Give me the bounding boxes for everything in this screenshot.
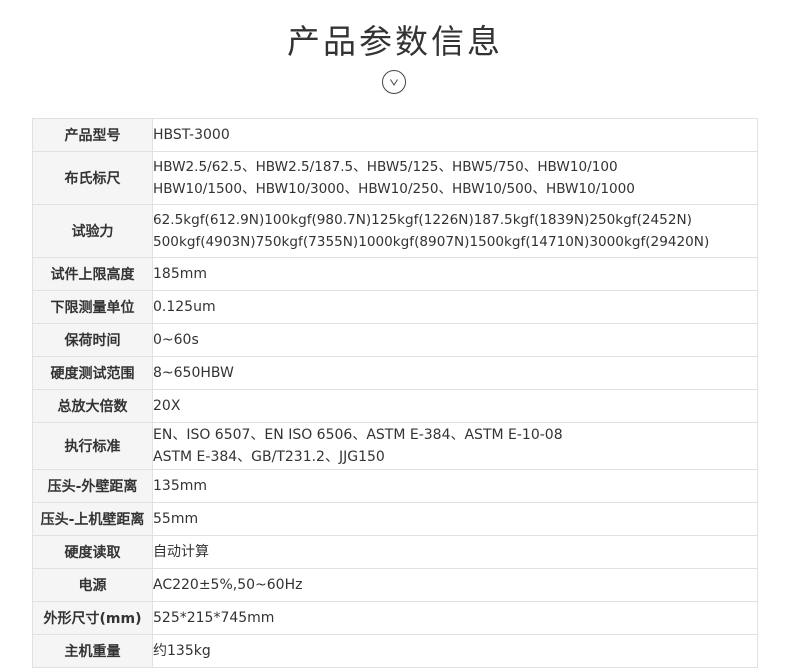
table-row: 硬度读取 自动计算	[32, 535, 758, 569]
chevron-down-icon[interactable]	[382, 70, 406, 94]
table-row: 外形尺寸(mm) 525*215*745mm	[32, 601, 758, 635]
table-row: 压头-外壁距离 135mm	[32, 469, 758, 503]
spec-value-line: 500kgf(4903N)750kgf(7355N)1000kgf(8907N)…	[153, 234, 710, 250]
table-row: 下限测量单位 0.125um	[32, 290, 758, 324]
spec-label: 总放大倍数	[32, 389, 153, 423]
table-row: 压头-上机壁距离 55mm	[32, 502, 758, 536]
chevron-down-glyph	[390, 79, 398, 86]
spec-table: 产品型号 HBST-3000 布氏标尺 HBW2.5/62.5、HBW2.5/1…	[32, 118, 758, 668]
page-title: 产品参数信息	[287, 22, 503, 61]
spec-label: 布氏标尺	[32, 151, 153, 205]
spec-value-line: HBW2.5/62.5、HBW2.5/187.5、HBW5/125、HBW5/7…	[153, 159, 618, 175]
spec-label: 电源	[32, 568, 153, 602]
table-row: 电源 AC220±5%,50~60Hz	[32, 568, 758, 602]
spec-value: 8~650HBW	[152, 356, 758, 390]
table-row: 主机重量 约135kg	[32, 634, 758, 668]
spec-value: HBST-3000	[152, 118, 758, 152]
spec-value: 0.125um	[152, 290, 758, 324]
spec-label: 主机重量	[32, 634, 153, 668]
spec-value: 62.5kgf(612.9N)100kgf(980.7N)125kgf(1226…	[152, 204, 758, 258]
spec-value-line: EN、ISO 6507、EN ISO 6506、ASTM E-384、ASTM …	[153, 427, 563, 443]
spec-value: 20X	[152, 389, 758, 423]
spec-label: 外形尺寸(mm)	[32, 601, 153, 635]
spec-value-line: HBW10/1500、HBW10/3000、HBW10/250、HBW10/50…	[153, 181, 635, 197]
spec-label: 压头-外壁距离	[32, 469, 153, 503]
spec-value-line: 62.5kgf(612.9N)100kgf(980.7N)125kgf(1226…	[153, 212, 692, 228]
spec-label: 试件上限高度	[32, 257, 153, 291]
table-row: 布氏标尺 HBW2.5/62.5、HBW2.5/187.5、HBW5/125、H…	[32, 151, 758, 205]
table-row: 执行标准 EN、ISO 6507、EN ISO 6506、ASTM E-384、…	[32, 422, 758, 470]
spec-value: 约135kg	[152, 634, 758, 668]
spec-label: 压头-上机壁距离	[32, 502, 153, 536]
spec-value-line: ASTM E-384、GB/T231.2、JJG150	[153, 449, 385, 465]
spec-value: 自动计算	[152, 535, 758, 569]
section-header: 产品参数信息	[0, 0, 790, 118]
spec-value: 135mm	[152, 469, 758, 503]
spec-label: 产品型号	[32, 118, 153, 152]
spec-value: 525*215*745mm	[152, 601, 758, 635]
spec-label: 保荷时间	[32, 323, 153, 357]
spec-label: 执行标准	[32, 422, 153, 470]
table-row: 试验力 62.5kgf(612.9N)100kgf(980.7N)125kgf(…	[32, 204, 758, 258]
spec-label: 硬度读取	[32, 535, 153, 569]
table-row: 硬度测试范围 8~650HBW	[32, 356, 758, 390]
spec-label: 硬度测试范围	[32, 356, 153, 390]
spec-value: 185mm	[152, 257, 758, 291]
spec-value: AC220±5%,50~60Hz	[152, 568, 758, 602]
spec-value: HBW2.5/62.5、HBW2.5/187.5、HBW5/125、HBW5/7…	[152, 151, 758, 205]
table-row: 产品型号 HBST-3000	[32, 118, 758, 152]
spec-value: 55mm	[152, 502, 758, 536]
table-row: 试件上限高度 185mm	[32, 257, 758, 291]
spec-label: 下限测量单位	[32, 290, 153, 324]
spec-value: EN、ISO 6507、EN ISO 6506、ASTM E-384、ASTM …	[152, 422, 758, 470]
table-row: 总放大倍数 20X	[32, 389, 758, 423]
table-row: 保荷时间 0~60s	[32, 323, 758, 357]
spec-label: 试验力	[32, 204, 153, 258]
spec-value: 0~60s	[152, 323, 758, 357]
